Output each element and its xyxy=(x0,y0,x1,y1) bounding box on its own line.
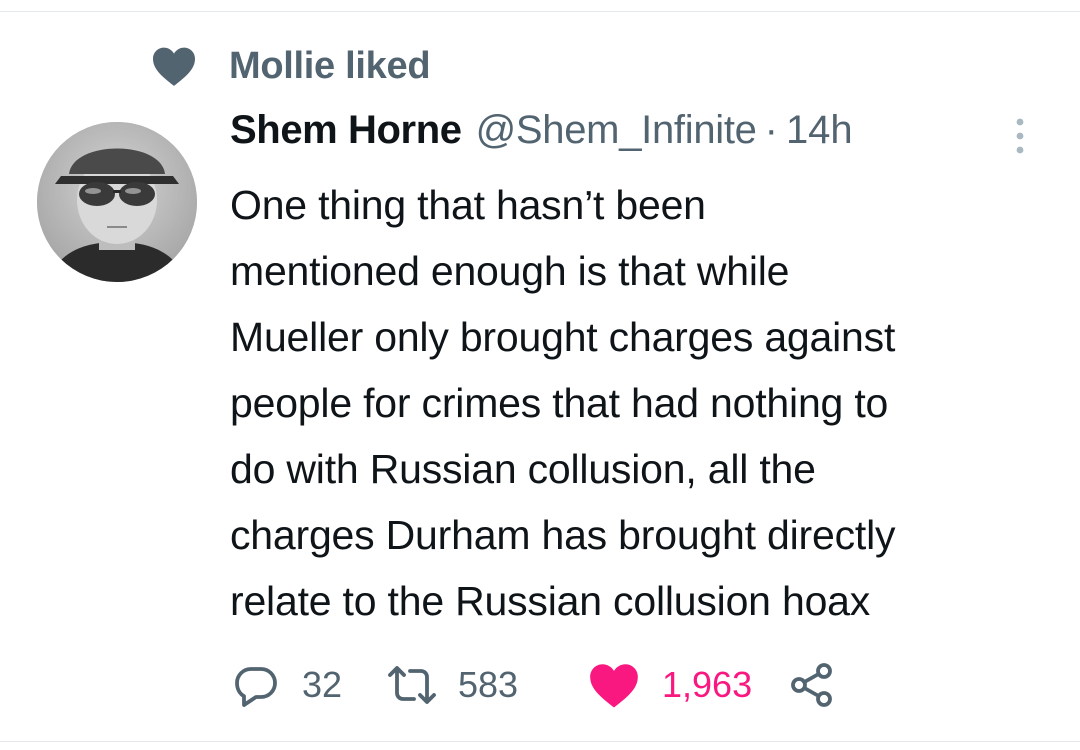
tweet-text: One thing that hasn’t been mentioned eno… xyxy=(230,182,896,624)
share-icon xyxy=(788,661,836,709)
reply-icon xyxy=(232,661,280,709)
social-context-label: Mollie liked xyxy=(229,44,431,87)
author-handle[interactable]: @Shem_Infinite xyxy=(476,108,757,153)
avatar[interactable] xyxy=(37,122,197,282)
separator-dot: · xyxy=(764,108,778,152)
retweet-button[interactable]: 583 xyxy=(388,661,588,709)
top-divider xyxy=(0,11,1080,12)
share-button[interactable] xyxy=(788,661,836,709)
author-name[interactable]: Shem Horne xyxy=(230,108,462,153)
retweet-icon xyxy=(388,661,436,709)
like-button[interactable]: 1,963 xyxy=(588,661,788,709)
reply-button[interactable]: 32 xyxy=(232,661,388,709)
liked-heart-icon xyxy=(588,661,640,709)
tweet[interactable]: Shem Horne @Shem_Infinite · 14h One thin… xyxy=(230,108,1050,634)
tweet-timestamp[interactable]: 14h xyxy=(786,108,853,153)
heart-icon xyxy=(151,44,199,88)
tweet-header: Shem Horne @Shem_Infinite · 14h xyxy=(230,108,1050,164)
bottom-divider xyxy=(0,741,1080,742)
retweet-count: 583 xyxy=(458,664,519,705)
like-count: 1,963 xyxy=(662,664,753,705)
social-context: Mollie liked xyxy=(151,42,431,90)
more-options-icon[interactable] xyxy=(1012,116,1028,156)
reply-count: 32 xyxy=(302,664,343,705)
tweet-actions: 32 583 1,963 xyxy=(232,660,836,710)
